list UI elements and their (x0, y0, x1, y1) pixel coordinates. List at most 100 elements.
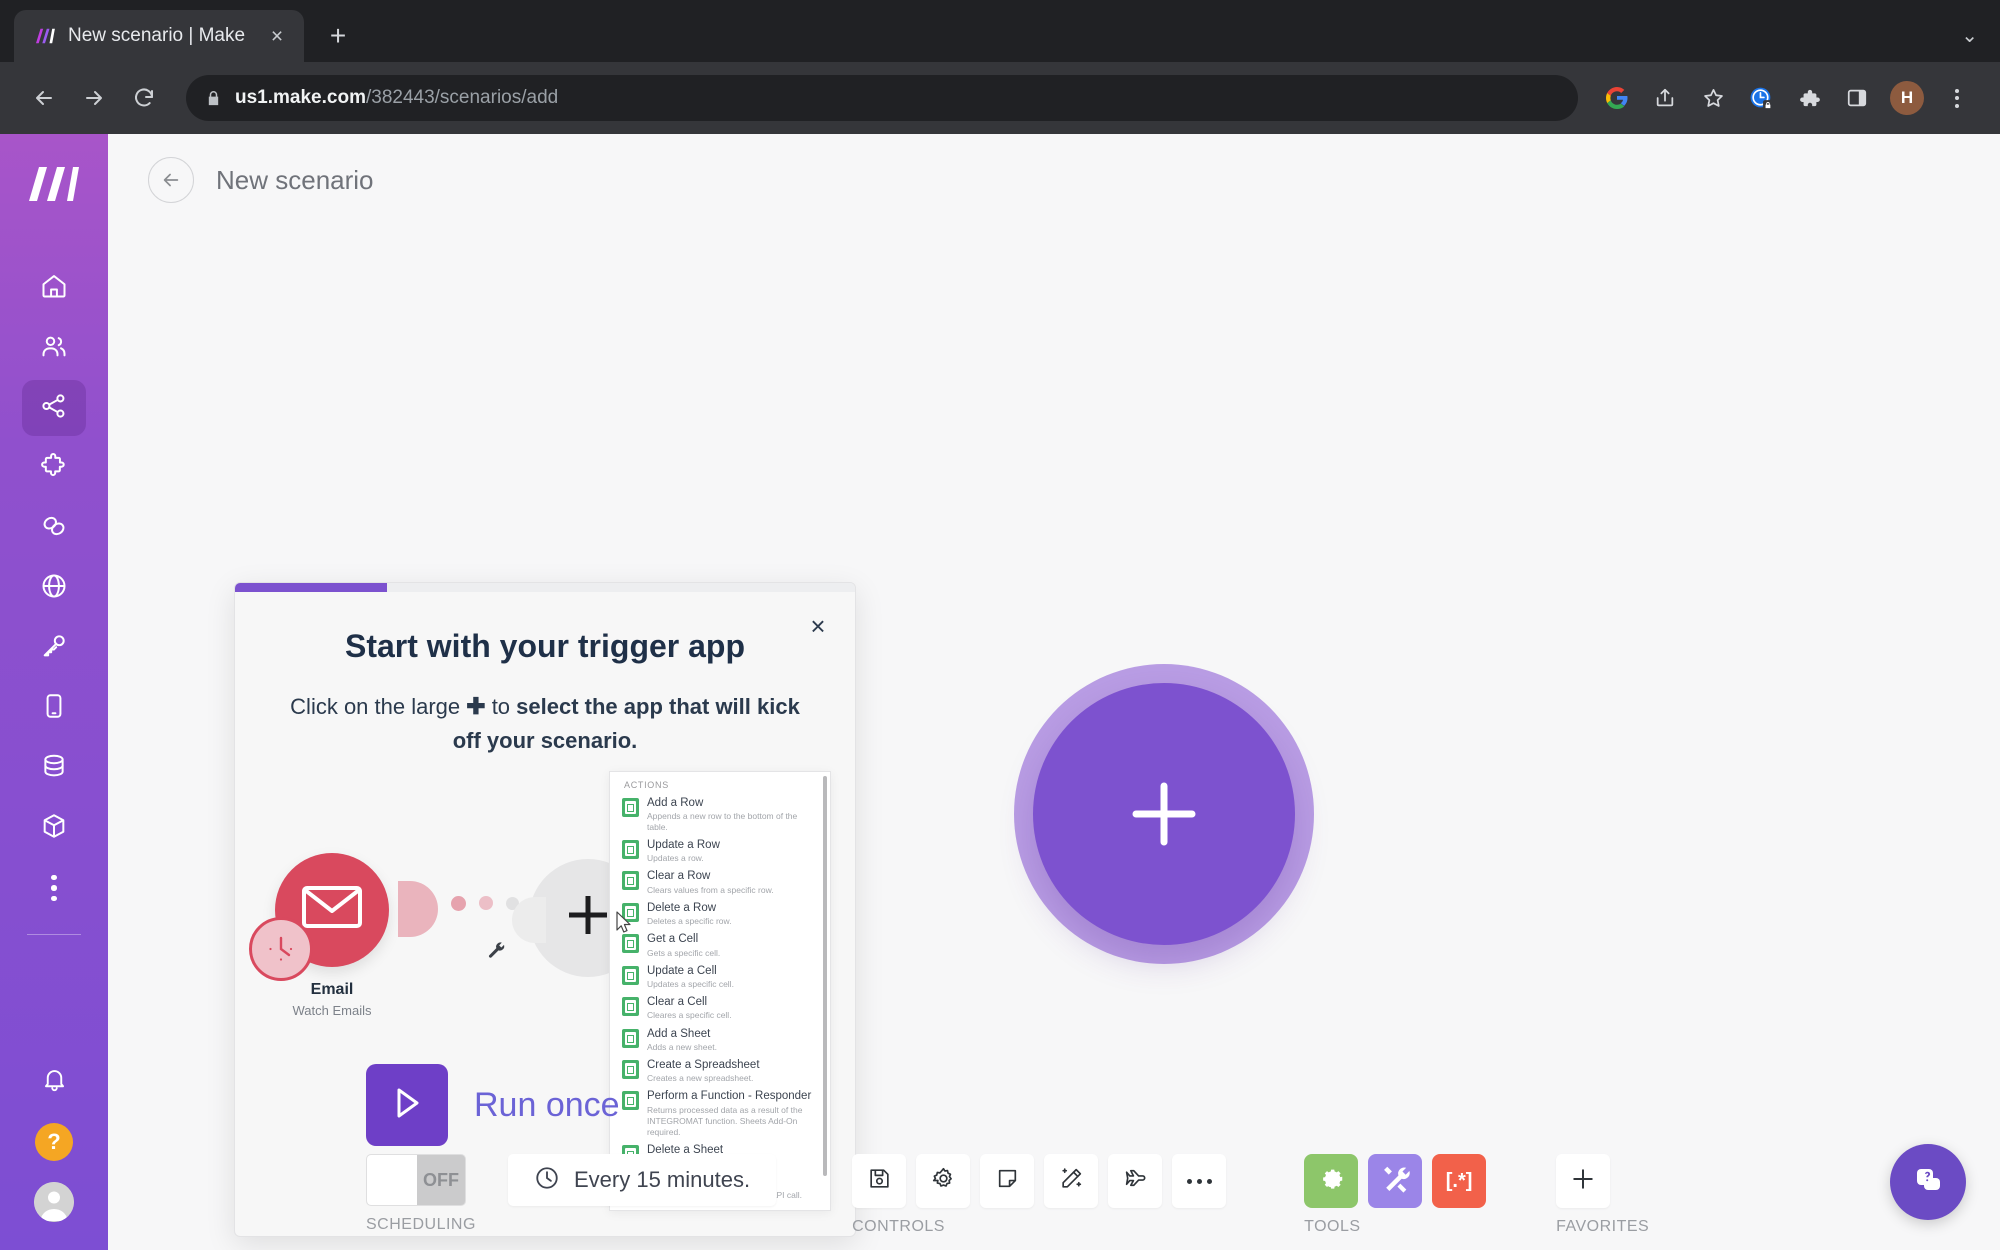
sidebar-item-data-structures[interactable] (22, 800, 86, 856)
address-bar[interactable]: us1.make.com/382443/scenarios/add (186, 75, 1578, 121)
toggle-state-label: OFF (423, 1169, 459, 1190)
scheduling-controls: OFF Every 15 minutes. (366, 1154, 777, 1206)
action-list-item[interactable]: Clear a Cell Cleares a specific cell. (610, 993, 830, 1024)
sidebar-item-webhooks[interactable] (22, 560, 86, 616)
help-widget[interactable] (1890, 1144, 1966, 1220)
sidebar-item-more[interactable] (22, 860, 86, 916)
save-button[interactable] (852, 1154, 907, 1208)
url-host: us1.make.com (235, 87, 366, 108)
share-icon[interactable] (1644, 77, 1686, 119)
scheduling-toggle[interactable]: OFF (366, 1154, 466, 1206)
avatar[interactable]: H (1890, 81, 1924, 115)
action-item-desc: Updates a row. (647, 853, 704, 864)
user-avatar-icon (34, 1182, 74, 1222)
side-panel-icon[interactable] (1836, 77, 1878, 119)
close-icon[interactable]: × (264, 23, 290, 49)
illustration-email-module: Email Watch Emails (249, 852, 389, 1018)
tools-kit-button[interactable] (1368, 1154, 1423, 1208)
explore-button[interactable] (1108, 1154, 1163, 1208)
add-favorite-button[interactable] (1556, 1154, 1611, 1208)
sidebar-item-home[interactable] (22, 260, 86, 316)
action-list-item[interactable]: Clear a Row Clears values from a specific… (610, 867, 830, 898)
plus-icon: ✚ (466, 693, 486, 719)
links-icon (40, 512, 68, 545)
cube-icon (40, 812, 68, 845)
action-list-item[interactable]: Add a Sheet Adds a new sheet. (610, 1025, 830, 1056)
add-module-button[interactable] (1014, 664, 1314, 964)
sidebar-item-connections[interactable] (22, 500, 86, 556)
clock-lock-extension-icon[interactable] (1740, 77, 1782, 119)
airplane-icon (1123, 1166, 1148, 1196)
close-icon[interactable]: × (801, 609, 835, 643)
run-once-button[interactable] (366, 1064, 448, 1146)
action-list-item[interactable]: Add a Row Appends a new row to the bottom… (610, 794, 830, 836)
run-once-label[interactable]: Run once (474, 1086, 620, 1125)
forward-icon[interactable] (72, 76, 116, 120)
connector-dots (451, 895, 519, 911)
url-path: /382443/scenarios/add (365, 87, 559, 108)
controls-buttons (852, 1154, 1227, 1208)
make-logo-icon[interactable] (24, 154, 84, 214)
action-item-desc: Gets a specific cell. (647, 947, 721, 958)
back-icon[interactable] (22, 76, 66, 120)
settings-button[interactable] (916, 1154, 971, 1208)
action-item-text: Get a Cell Gets a specific cell. (647, 932, 720, 958)
schedule-text: Every 15 minutes. (574, 1167, 751, 1192)
action-item-text: Update a Row Updates a row. (647, 838, 720, 864)
note-icon (995, 1166, 1020, 1196)
action-list-item[interactable]: Update a Row Updates a row. (610, 836, 830, 867)
tab-strip: New scenario | Make × + ⌄ (0, 0, 2000, 62)
new-tab-button[interactable]: + (318, 16, 358, 56)
modal-body-prefix: Click on the large (290, 694, 461, 719)
schedule-button[interactable]: Every 15 minutes. (508, 1154, 777, 1206)
spreadsheet-icon (622, 965, 639, 985)
tools-gear-button[interactable] (1304, 1154, 1359, 1208)
notes-button[interactable] (980, 1154, 1035, 1208)
sidebar-item-help[interactable]: ? (22, 1114, 86, 1170)
gear-icon (931, 1166, 956, 1196)
favorites-group-label: FAVORITES (1556, 1218, 1650, 1235)
sidebar-item-notifications[interactable] (22, 1054, 86, 1110)
more-options-button[interactable] (1172, 1154, 1227, 1208)
auto-align-button[interactable] (1044, 1154, 1099, 1208)
google-icon[interactable] (1596, 77, 1638, 119)
sidebar-item-scenarios[interactable] (22, 380, 86, 436)
action-item-text: Update a Cell Updates a specific cell. (647, 964, 734, 990)
sidebar-item-keys[interactable] (22, 620, 86, 676)
add-module-button-inner (1033, 683, 1295, 945)
chevron-down-icon[interactable]: ⌄ (1961, 23, 1978, 48)
kebab-menu-icon[interactable] (1936, 77, 1978, 119)
action-list-item[interactable]: Update a Cell Updates a specific cell. (610, 962, 830, 993)
action-item-text: Delete a Row Deletes a specific row. (647, 901, 732, 927)
sidebar-item-templates[interactable] (22, 440, 86, 496)
bookmark-star-icon[interactable] (1692, 77, 1734, 119)
modal-title: Start with your trigger app (344, 628, 746, 664)
sidebar-item-account[interactable] (22, 1174, 86, 1230)
key-icon (40, 632, 68, 665)
action-item-name: Update a Row (647, 838, 720, 851)
tools-buttons: [.*] (1304, 1154, 1487, 1208)
magic-wand-icon (1059, 1166, 1084, 1196)
sidebar-item-team[interactable] (22, 320, 86, 376)
spreadsheet-icon (622, 839, 639, 859)
action-list-item[interactable]: Get a Cell Gets a specific cell. (610, 930, 830, 961)
reload-icon[interactable] (122, 76, 166, 120)
arrow-left-icon[interactable] (148, 157, 194, 203)
spreadsheet-icon (622, 997, 639, 1017)
more-vertical-icon (51, 874, 57, 902)
action-item-text: Clear a Cell Cleares a specific cell. (647, 995, 732, 1021)
controls-group-label: CONTROLS (852, 1218, 945, 1235)
action-list-item[interactable]: Delete a Row Deletes a specific row. (610, 899, 830, 930)
action-item-text: Clear a Row Clears values from a specific… (647, 869, 774, 895)
app-body: ? New scenario × Start with your trigger… (0, 134, 2000, 1250)
action-item-desc: Appends a new row to the bottom of the t… (647, 810, 798, 832)
regex-button[interactable]: [.*] (1432, 1154, 1487, 1208)
question-card-icon (1908, 1160, 1948, 1205)
sidebar-item-data-stores[interactable] (22, 740, 86, 796)
browser-tab[interactable]: New scenario | Make × (14, 10, 304, 62)
action-item-name: Add a Row (647, 796, 704, 809)
sidebar-item-devices[interactable] (22, 680, 86, 736)
scheduling-group-label: SCHEDULING (366, 1216, 476, 1233)
gear-icon (1316, 1164, 1346, 1199)
extensions-puzzle-icon[interactable] (1788, 77, 1830, 119)
